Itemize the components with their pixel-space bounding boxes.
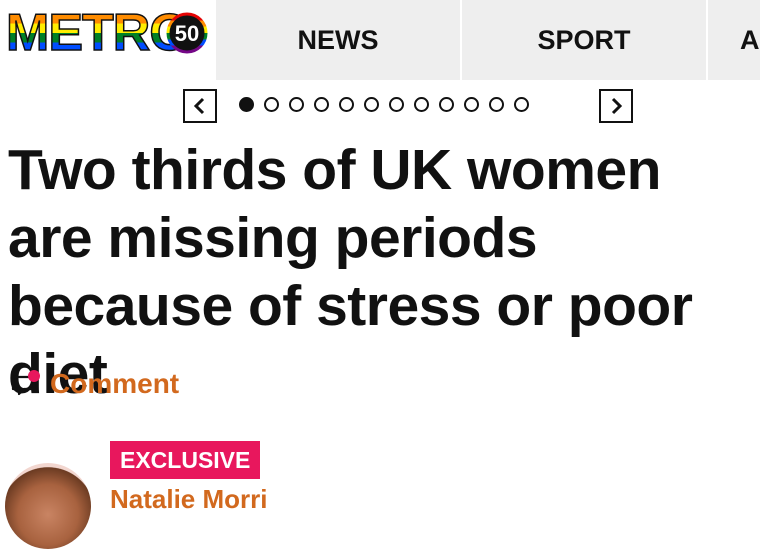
author-avatar[interactable]: [5, 463, 91, 549]
carousel-dot[interactable]: [414, 97, 429, 112]
metro-logo[interactable]: METRO 50: [6, 8, 210, 56]
main-nav: NEWS SPORT A: [216, 0, 760, 80]
carousel-dot[interactable]: [364, 97, 379, 112]
exclusive-badge: EXCLUSIVE: [110, 441, 261, 479]
carousel-prev-button[interactable]: [183, 89, 217, 123]
carousel-dot[interactable]: [464, 97, 479, 112]
comment-icon: [10, 369, 40, 399]
carousel-dot[interactable]: [389, 97, 404, 112]
carousel-dots: [239, 97, 529, 115]
carousel-dot[interactable]: [514, 97, 529, 112]
carousel-dot[interactable]: [264, 97, 279, 112]
comment-link[interactable]: Comment: [10, 366, 179, 402]
carousel-dot[interactable]: [289, 97, 304, 112]
author-name[interactable]: Natalie Morri: [110, 484, 268, 515]
nav-news[interactable]: NEWS: [216, 0, 460, 80]
carousel-dot[interactable]: [439, 97, 454, 112]
carousel-dot[interactable]: [239, 97, 254, 112]
carousel-dot[interactable]: [489, 97, 504, 112]
nav-next-item[interactable]: A: [708, 0, 760, 80]
logo-wordmark: METRO: [6, 8, 189, 56]
site-header: METRO 50 NEWS SPORT A: [0, 0, 760, 80]
carousel-next-button[interactable]: [599, 89, 633, 123]
carousel-dot[interactable]: [339, 97, 354, 112]
chevron-left-icon: [193, 97, 205, 115]
chevron-right-icon: [611, 97, 623, 115]
logo-badge: 50: [175, 21, 199, 46]
story-carousel: [183, 89, 635, 125]
comment-label: Comment: [50, 368, 180, 399]
carousel-dot[interactable]: [314, 97, 329, 112]
nav-sport[interactable]: SPORT: [462, 0, 706, 80]
